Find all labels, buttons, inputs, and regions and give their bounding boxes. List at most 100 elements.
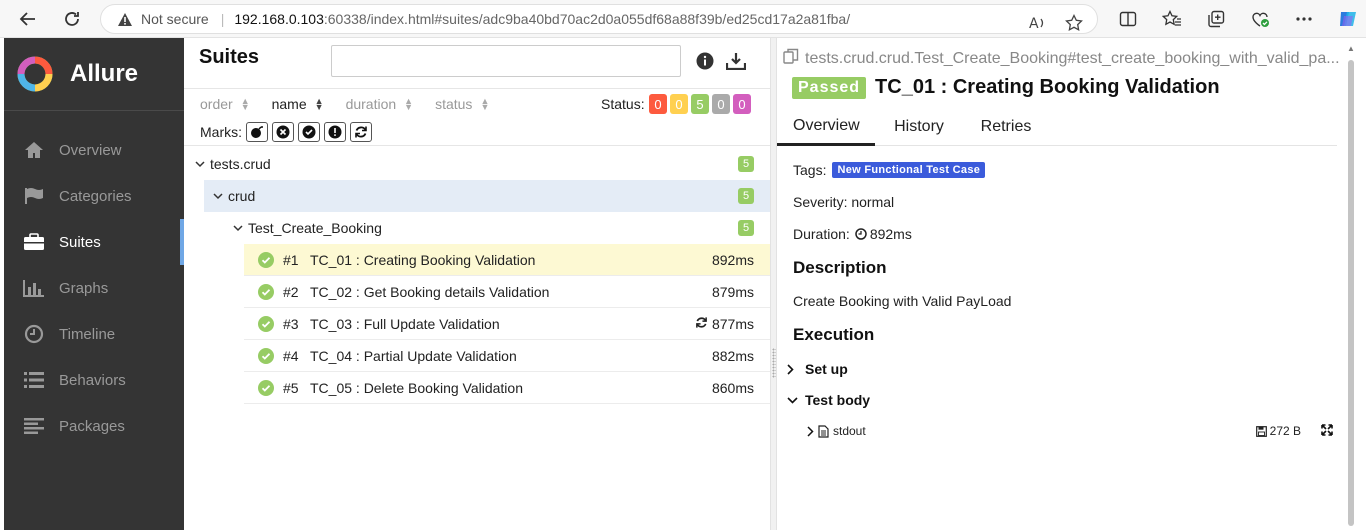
search-input[interactable] bbox=[331, 45, 681, 77]
tree-node-label: Test_Create_Booking bbox=[248, 220, 382, 236]
sidebar-item-label: Suites bbox=[59, 233, 101, 251]
suites-panel: Suites order ▲ ▼ name ▲ ▼ duration ▲ ▼ status ▲… bbox=[184, 38, 770, 530]
browser-toolbar: Not secure | 192.168.0.103:60338/index.h… bbox=[0, 0, 1366, 38]
breadcrumb: tests.crud.crud.Test_Create_Booking#test… bbox=[783, 48, 1343, 69]
status-skipped-toggle[interactable]: 0 bbox=[712, 94, 730, 114]
duration-row: Duration: 892ms bbox=[793, 226, 912, 242]
chevron-down-icon bbox=[210, 192, 226, 200]
tree-node-grandchild[interactable]: Test_Create_Booking 5 bbox=[184, 212, 770, 244]
address-bar[interactable]: Not secure | 192.168.0.103:60338/index.h… bbox=[100, 4, 1098, 34]
sort-name[interactable]: name ▲ ▼ bbox=[272, 96, 324, 112]
tags-label: Tags: bbox=[793, 162, 827, 178]
clock-icon bbox=[22, 322, 46, 346]
sidebar-item-behaviors[interactable]: Behaviors bbox=[4, 357, 184, 403]
status-broken-toggle[interactable]: 0 bbox=[670, 94, 688, 114]
list-icon bbox=[22, 368, 46, 392]
sidebar-item-overview[interactable]: Overview bbox=[4, 127, 184, 173]
tags-row: Tags: New Functional Test Case bbox=[793, 162, 986, 178]
test-case-number: #1 bbox=[283, 251, 299, 268]
expand-icon[interactable] bbox=[1321, 423, 1333, 439]
arrow-left-icon bbox=[19, 12, 35, 26]
url-separator: | bbox=[220, 11, 225, 27]
passed-check-icon bbox=[258, 252, 274, 271]
url-host: 192.168.0.103 bbox=[234, 11, 324, 27]
favorite-star-icon[interactable] bbox=[1059, 8, 1089, 38]
test-case-row[interactable]: #2 TC_02 : Get Booking details Validatio… bbox=[244, 276, 770, 308]
sort-status[interactable]: status ▲ ▼ bbox=[435, 96, 489, 112]
status-unknown-toggle[interactable]: 0 bbox=[733, 94, 751, 114]
browser-essentials-icon[interactable] bbox=[1240, 4, 1280, 34]
copilot-icon[interactable] bbox=[1328, 4, 1366, 34]
more-options-icon[interactable] bbox=[1284, 4, 1324, 34]
tree-node-child[interactable]: crud 5 bbox=[204, 180, 770, 212]
test-case-row[interactable]: #5 TC_05 : Delete Booking Validation 860… bbox=[244, 372, 770, 404]
duration-value: 892ms bbox=[869, 226, 912, 242]
sidebar-item-graphs[interactable]: Graphs bbox=[4, 265, 184, 311]
setup-step[interactable]: Set up bbox=[787, 361, 848, 377]
download-icon[interactable] bbox=[725, 52, 747, 75]
favorites-icon[interactable] bbox=[1152, 4, 1192, 34]
page-title: Suites bbox=[199, 46, 260, 68]
chevron-right-icon bbox=[787, 363, 801, 375]
info-icon[interactable] bbox=[696, 52, 714, 75]
read-aloud-icon[interactable]: A bbox=[1023, 8, 1053, 38]
test-case-row[interactable]: #1 TC_01 : Creating Booking Validation 8… bbox=[244, 244, 770, 276]
brand[interactable]: Allure bbox=[4, 38, 184, 110]
sidebar-item-packages[interactable]: Packages bbox=[4, 403, 184, 449]
back-button[interactable] bbox=[10, 4, 46, 34]
sort-label: status bbox=[435, 96, 473, 112]
chevron-down-icon bbox=[192, 160, 208, 168]
test-case-number: #5 bbox=[283, 379, 299, 396]
url-path: :60338/index.html#suites/adc9ba40bd70ac2… bbox=[323, 11, 851, 27]
save-icon bbox=[1255, 425, 1267, 437]
retries-toggle[interactable] bbox=[350, 122, 372, 142]
sidebar-item-timeline[interactable]: Timeline bbox=[4, 311, 184, 357]
exclamation-circle-icon bbox=[328, 125, 342, 139]
scrollbar-thumb[interactable] bbox=[1348, 60, 1354, 526]
test-case-row[interactable]: #4 TC_04 : Partial Update Validation 882… bbox=[244, 340, 770, 372]
test-case-name: TC_03 : Full Update Validation bbox=[310, 315, 500, 332]
status-label: Status: bbox=[601, 96, 645, 112]
reload-button[interactable] bbox=[54, 4, 90, 34]
splitter-grip[interactable] bbox=[772, 348, 776, 378]
chevron-down-icon bbox=[230, 224, 246, 232]
new-broken-toggle[interactable] bbox=[324, 122, 346, 142]
new-failed-toggle[interactable] bbox=[272, 122, 294, 142]
status-failed-toggle[interactable]: 0 bbox=[649, 94, 667, 114]
copy-icon[interactable] bbox=[783, 48, 799, 69]
attachment-row[interactable]: stdout 272 B bbox=[807, 421, 1337, 441]
svg-text:A: A bbox=[1029, 16, 1039, 31]
tag-pill: New Functional Test Case bbox=[832, 162, 986, 178]
tab-retries[interactable]: Retries bbox=[963, 108, 1049, 146]
tab-overview[interactable]: Overview bbox=[777, 108, 875, 146]
sidebar-item-categories[interactable]: Categories bbox=[4, 173, 184, 219]
tree-node-label: tests.crud bbox=[210, 156, 271, 172]
scroll-up-icon[interactable]: ▲ bbox=[1347, 44, 1355, 53]
tree-node-root[interactable]: tests.crud 5 bbox=[184, 148, 770, 180]
sidebar-item-label: Graphs bbox=[59, 279, 109, 297]
severity-row: Severity: normal bbox=[793, 194, 895, 210]
sidebar-item-suites[interactable]: Suites bbox=[4, 219, 184, 265]
split-screen-icon[interactable] bbox=[1108, 4, 1148, 34]
sort-duration[interactable]: duration ▲ ▼ bbox=[346, 96, 414, 112]
tab-history[interactable]: History bbox=[875, 108, 963, 146]
collections-icon[interactable] bbox=[1196, 4, 1236, 34]
sidebar-divider bbox=[4, 110, 184, 111]
tree-node-label: crud bbox=[228, 188, 256, 204]
test-detail-panel: tests.crud.crud.Test_Create_Booking#test… bbox=[777, 38, 1357, 530]
new-passed-toggle[interactable] bbox=[298, 122, 320, 142]
test-body-step[interactable]: Test body bbox=[787, 392, 870, 408]
test-title: TC_01 : Creating Booking Validation bbox=[875, 76, 1220, 98]
status-passed-toggle[interactable]: 5 bbox=[691, 94, 709, 114]
pane-splitter[interactable] bbox=[770, 38, 777, 530]
sort-order[interactable]: order ▲ ▼ bbox=[200, 96, 250, 112]
sort-arrows-icon: ▲ ▼ bbox=[314, 96, 324, 112]
sidebar: Allure Overview Categories Suites Graphs bbox=[4, 38, 184, 530]
passed-check-icon bbox=[258, 348, 274, 367]
test-case-row[interactable]: #3 TC_03 : Full Update Validation 877ms bbox=[244, 308, 770, 340]
sidebar-item-label: Behaviors bbox=[59, 371, 126, 389]
vertical-scrollbar[interactable]: ▲ bbox=[1345, 38, 1357, 530]
count-badge: 5 bbox=[738, 156, 754, 172]
flaky-bomb-toggle[interactable] bbox=[246, 122, 268, 142]
test-case-duration: 882ms bbox=[711, 347, 754, 364]
